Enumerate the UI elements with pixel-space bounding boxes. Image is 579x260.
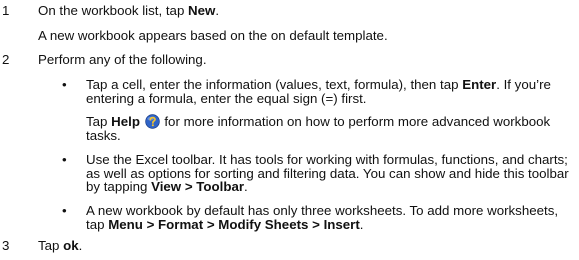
bullet-marker: • — [62, 152, 67, 167]
step-1-note: A new workbook appears based on the on d… — [38, 28, 388, 43]
help-note: Tap Help for more information on how to … — [86, 114, 551, 143]
step-text: Tap ok. — [38, 238, 83, 253]
bullet-item: Tap a cell, enter the information (value… — [86, 77, 551, 106]
bullet-marker: • — [62, 77, 67, 92]
step-number: 3 — [2, 238, 10, 253]
step-number: 1 — [2, 3, 10, 18]
help-question-icon — [144, 114, 160, 129]
step-number: 2 — [2, 52, 10, 67]
instruction-document: 1 On the workbook list, tap New. A new w… — [0, 0, 579, 260]
step-text: On the workbook list, tap New. — [38, 3, 220, 18]
bullet-item: Use the Excel toolbar. It has tools for … — [86, 152, 569, 194]
new-label: New — [188, 3, 216, 18]
bullet-marker: • — [62, 203, 67, 218]
step-text: Perform any of the following. — [38, 52, 207, 67]
ok-label: ok — [63, 238, 79, 253]
bullet-item: A new workbook by default has only three… — [86, 203, 559, 232]
